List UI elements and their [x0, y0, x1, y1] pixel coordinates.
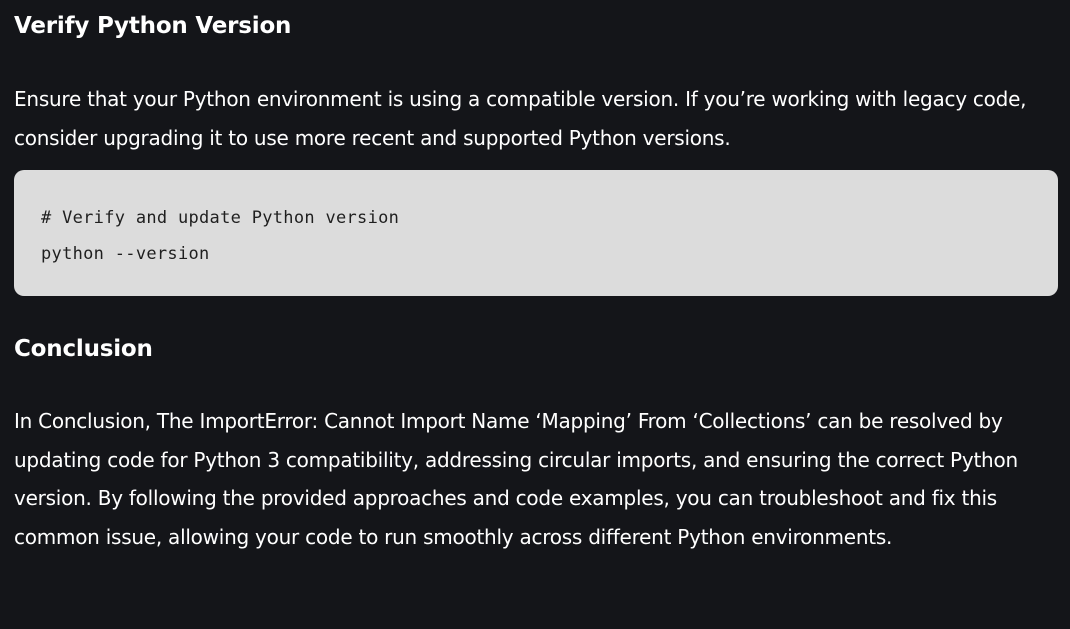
section-paragraph-conclusion: In Conclusion, The ImportError: Cannot I…	[14, 409, 1018, 549]
section-heading-conclusion: Conclusion	[14, 336, 153, 362]
code-line-command: python --version	[41, 244, 210, 264]
section-paragraph-verify: Ensure that your Python environment is u…	[14, 87, 1027, 150]
section-heading-verify-python-version: Verify Python Version	[14, 13, 292, 39]
article-content: Verify Python Version Ensure that your P…	[0, 0, 1070, 629]
code-line-comment: # Verify and update Python version	[41, 208, 400, 228]
code-block[interactable]: # Verify and update Python version pytho…	[14, 170, 1058, 296]
